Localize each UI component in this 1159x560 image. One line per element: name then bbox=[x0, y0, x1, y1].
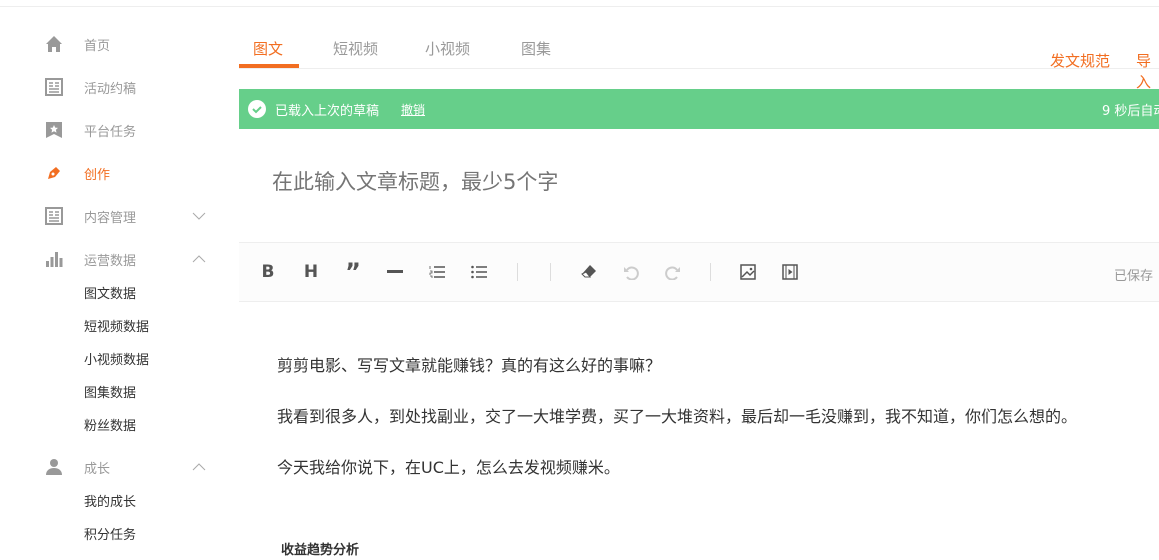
sidebar-item-home[interactable]: 首页 bbox=[0, 32, 230, 56]
save-status: 已保存 bbox=[1114, 269, 1154, 284]
top-divider bbox=[0, 6, 1159, 7]
notice-countdown: 9 秒后自动关闭 bbox=[1102, 104, 1159, 119]
paragraph: 我看到很多人，到处找副业，交了一大堆学费，买了一大堆资料，最后却一毛没赚到，我不… bbox=[277, 407, 1078, 426]
sidebar-item-my-growth[interactable]: 我的成长 bbox=[0, 488, 230, 512]
sidebar-item-points-tasks[interactable]: 积分任务 bbox=[0, 521, 230, 545]
import-link[interactable]: 导入 bbox=[1136, 50, 1159, 92]
undo-icon[interactable] bbox=[620, 261, 642, 283]
active-tab-indicator bbox=[239, 64, 299, 68]
sidebar-item-activity[interactable]: 活动约稿 bbox=[0, 75, 230, 99]
tab-short-video[interactable]: 短视频 bbox=[333, 38, 378, 59]
image-icon[interactable] bbox=[737, 261, 759, 283]
toolbar-divider bbox=[550, 263, 551, 281]
horizontal-rule-icon[interactable] bbox=[384, 261, 406, 283]
unordered-list-icon[interactable] bbox=[468, 261, 490, 283]
sidebar-item-gallery-data[interactable]: 图集数据 bbox=[0, 379, 230, 403]
sidebar-item-tasks[interactable]: 平台任务 bbox=[0, 118, 230, 142]
toolbar-divider bbox=[517, 263, 518, 281]
draft-loaded-notice: 已载入上次的草稿 撤销 9 秒后自动关闭 bbox=[239, 89, 1159, 129]
section-heading: 收益趋势分析 bbox=[281, 543, 360, 558]
tab-gallery[interactable]: 图集 bbox=[521, 38, 551, 59]
chevron-down-icon[interactable] bbox=[192, 209, 206, 223]
heading-icon[interactable]: H bbox=[300, 261, 322, 283]
sidebar-item-mini-video-data[interactable]: 小视频数据 bbox=[0, 346, 230, 370]
posting-rules-link[interactable]: 发文规范 bbox=[1050, 50, 1110, 71]
article-icon bbox=[44, 77, 64, 97]
ordered-list-icon[interactable] bbox=[426, 261, 448, 283]
bookmark-star-icon bbox=[44, 120, 64, 140]
article-title-input[interactable] bbox=[272, 170, 1072, 194]
sidebar-item-content-management[interactable]: 内容管理 bbox=[0, 204, 230, 228]
pen-icon bbox=[44, 163, 64, 183]
notice-message: 已载入上次的草稿 bbox=[275, 104, 380, 119]
check-circle-icon bbox=[248, 100, 266, 118]
sidebar-item-article-data[interactable]: 图文数据 bbox=[0, 280, 230, 304]
editor-toolbar: B H ” 已保存 bbox=[239, 242, 1159, 302]
video-icon[interactable] bbox=[779, 261, 801, 283]
chevron-up-icon[interactable] bbox=[192, 460, 206, 474]
tab-mini-video[interactable]: 小视频 bbox=[425, 38, 470, 59]
eraser-icon[interactable] bbox=[578, 261, 600, 283]
article-icon bbox=[44, 206, 64, 226]
content-type-tabs: 图文 短视频 小视频 图集 bbox=[239, 30, 1159, 69]
sidebar-item-growth[interactable]: 成长 bbox=[0, 455, 230, 479]
article-body-editor[interactable]: 剪剪电影、写写文章就能赚钱？真的有这么好的事嘛？ 我看到很多人，到处找副业，交了… bbox=[277, 349, 1159, 502]
user-icon bbox=[44, 457, 64, 477]
sidebar-item-short-video-data[interactable]: 短视频数据 bbox=[0, 313, 230, 337]
undo-link[interactable]: 撤销 bbox=[401, 101, 425, 118]
chevron-up-icon[interactable] bbox=[192, 252, 206, 266]
bar-chart-icon bbox=[44, 249, 64, 269]
quote-icon[interactable]: ” bbox=[342, 258, 364, 286]
redo-icon[interactable] bbox=[662, 261, 684, 283]
paragraph: 今天我给你说下，在UC上，怎么去发视频赚米。 bbox=[277, 458, 620, 477]
tab-article[interactable]: 图文 bbox=[253, 38, 283, 59]
home-icon bbox=[44, 34, 64, 54]
sidebar-item-fans-data[interactable]: 粉丝数据 bbox=[0, 412, 230, 436]
sidebar-item-create[interactable]: 创作 bbox=[0, 161, 230, 185]
bold-icon[interactable]: B bbox=[257, 261, 279, 283]
sidebar-item-operations-data[interactable]: 运营数据 bbox=[0, 247, 230, 271]
paragraph: 剪剪电影、写写文章就能赚钱？真的有这么好的事嘛？ bbox=[277, 356, 662, 375]
toolbar-divider bbox=[710, 263, 711, 281]
